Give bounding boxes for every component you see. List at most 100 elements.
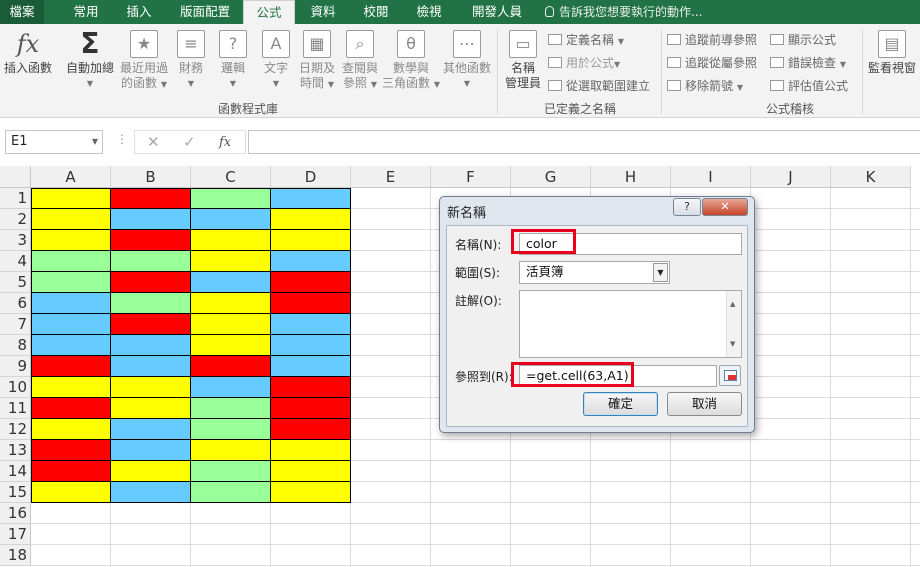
formula-input[interactable] bbox=[248, 130, 920, 154]
cancel-icon[interactable]: ✕ bbox=[147, 133, 160, 151]
column-header[interactable]: E bbox=[351, 166, 431, 188]
cell[interactable] bbox=[31, 482, 111, 503]
tab-review[interactable]: 校閱 bbox=[352, 0, 400, 24]
cancel-button[interactable]: 取消 bbox=[667, 392, 742, 416]
cell[interactable] bbox=[111, 314, 191, 335]
cell[interactable] bbox=[191, 377, 271, 398]
cell[interactable] bbox=[31, 419, 111, 440]
cell[interactable] bbox=[271, 188, 351, 209]
close-button[interactable]: ✕ bbox=[702, 198, 748, 216]
cell[interactable] bbox=[191, 335, 271, 356]
cell[interactable] bbox=[31, 251, 111, 272]
datetime-button[interactable]: ▦ 日期及 時間 ▼ bbox=[298, 30, 336, 92]
cell[interactable] bbox=[271, 461, 351, 482]
cell[interactable] bbox=[111, 461, 191, 482]
comment-scrollbar[interactable]: ▲ ▼ bbox=[726, 291, 741, 357]
trace-precedents-button[interactable]: 追蹤前導參照 bbox=[667, 32, 757, 48]
cell[interactable] bbox=[191, 440, 271, 461]
cell[interactable] bbox=[31, 314, 111, 335]
column-header[interactable]: J bbox=[751, 166, 831, 188]
cell[interactable] bbox=[111, 251, 191, 272]
cell[interactable] bbox=[31, 335, 111, 356]
tell-me-box[interactable]: 告訴我您想要執行的動作... bbox=[545, 0, 702, 24]
row-header[interactable]: 10 bbox=[0, 377, 31, 398]
row-header[interactable]: 9 bbox=[0, 356, 31, 377]
scroll-down-icon[interactable]: ▼ bbox=[730, 334, 735, 354]
cell[interactable] bbox=[111, 335, 191, 356]
cell[interactable] bbox=[31, 188, 111, 209]
tab-developer[interactable]: 開發人員 bbox=[460, 0, 534, 24]
math-trig-button[interactable]: θ 數學與 三角函數 ▼ bbox=[382, 30, 440, 92]
row-header[interactable]: 11 bbox=[0, 398, 31, 419]
tab-view[interactable]: 檢視 bbox=[405, 0, 453, 24]
scroll-up-icon[interactable]: ▲ bbox=[730, 294, 735, 314]
tab-insert[interactable]: 插入 bbox=[114, 0, 164, 24]
tab-page-layout[interactable]: 版面配置 bbox=[170, 0, 240, 24]
comment-textarea[interactable]: ▲ ▼ bbox=[519, 290, 742, 358]
enter-check-icon[interactable]: ✓ bbox=[183, 133, 196, 151]
cell[interactable] bbox=[31, 293, 111, 314]
cell[interactable] bbox=[111, 293, 191, 314]
watch-window-button[interactable]: ▤ 監看視窗 bbox=[866, 30, 918, 76]
cell[interactable] bbox=[111, 440, 191, 461]
cell[interactable] bbox=[31, 209, 111, 230]
cell[interactable] bbox=[111, 272, 191, 293]
row-header[interactable]: 17 bbox=[0, 524, 31, 545]
row-header[interactable]: 12 bbox=[0, 419, 31, 440]
cell[interactable] bbox=[111, 377, 191, 398]
ok-button[interactable]: 確定 bbox=[583, 392, 658, 416]
trace-dependents-button[interactable]: 追蹤從屬參照 bbox=[667, 55, 757, 71]
use-in-formula-button[interactable]: 用於公式▼ bbox=[548, 55, 620, 73]
cell[interactable] bbox=[191, 482, 271, 503]
refers-to-input[interactable]: =get.cell(63,A1) bbox=[519, 365, 717, 387]
cell[interactable] bbox=[191, 188, 271, 209]
cell[interactable] bbox=[191, 461, 271, 482]
cell[interactable] bbox=[31, 272, 111, 293]
financial-button[interactable]: ≡ 財務 ▼ bbox=[175, 30, 207, 91]
remove-arrows-button[interactable]: 移除箭號 ▼ bbox=[667, 78, 743, 96]
cell[interactable] bbox=[111, 482, 191, 503]
cell[interactable] bbox=[191, 272, 271, 293]
cell[interactable] bbox=[271, 251, 351, 272]
column-header[interactable]: B bbox=[111, 166, 191, 188]
row-header[interactable]: 6 bbox=[0, 293, 31, 314]
cell[interactable] bbox=[31, 440, 111, 461]
row-header[interactable]: 1 bbox=[0, 188, 31, 209]
evaluate-formula-button[interactable]: 評估值公式 bbox=[770, 78, 848, 94]
cell[interactable] bbox=[271, 272, 351, 293]
cell[interactable] bbox=[31, 377, 111, 398]
recent-functions-button[interactable]: ★ 最近用過 的函數 ▼ bbox=[118, 30, 170, 92]
cell[interactable] bbox=[271, 482, 351, 503]
define-name-button[interactable]: 定義名稱 ▼ bbox=[548, 32, 624, 50]
insert-function-fx-icon[interactable]: fx bbox=[219, 135, 231, 150]
row-header[interactable]: 3 bbox=[0, 230, 31, 251]
error-checking-button[interactable]: 錯誤檢查 ▼ bbox=[770, 55, 846, 73]
row-header[interactable]: 8 bbox=[0, 335, 31, 356]
row-header[interactable]: 18 bbox=[0, 545, 31, 566]
name-input[interactable]: color bbox=[519, 233, 742, 255]
cell[interactable] bbox=[111, 419, 191, 440]
row-header[interactable]: 13 bbox=[0, 440, 31, 461]
cell[interactable] bbox=[271, 335, 351, 356]
column-header[interactable]: F bbox=[431, 166, 511, 188]
cell[interactable] bbox=[271, 314, 351, 335]
cell[interactable] bbox=[191, 314, 271, 335]
column-header[interactable]: D bbox=[271, 166, 351, 188]
name-box[interactable]: E1 ▼ bbox=[5, 130, 103, 154]
cell[interactable] bbox=[111, 398, 191, 419]
cell[interactable] bbox=[191, 356, 271, 377]
autosum-button[interactable]: Σ 自動加總 ▼ bbox=[62, 30, 118, 91]
cell[interactable] bbox=[111, 230, 191, 251]
cell[interactable] bbox=[191, 230, 271, 251]
tab-formulas[interactable]: 公式 bbox=[243, 0, 295, 25]
name-manager-button[interactable]: ▭ 名稱 管理員 bbox=[503, 30, 543, 91]
cell[interactable] bbox=[271, 419, 351, 440]
scope-select[interactable]: 活頁簿 ▼ bbox=[519, 261, 670, 284]
tab-home[interactable]: 常用 bbox=[60, 0, 112, 24]
cell[interactable] bbox=[111, 188, 191, 209]
cell[interactable] bbox=[31, 230, 111, 251]
chevron-down-icon[interactable]: ▼ bbox=[92, 131, 98, 153]
chevron-down-icon[interactable]: ▼ bbox=[653, 263, 668, 282]
cell[interactable] bbox=[271, 356, 351, 377]
cell[interactable] bbox=[31, 398, 111, 419]
